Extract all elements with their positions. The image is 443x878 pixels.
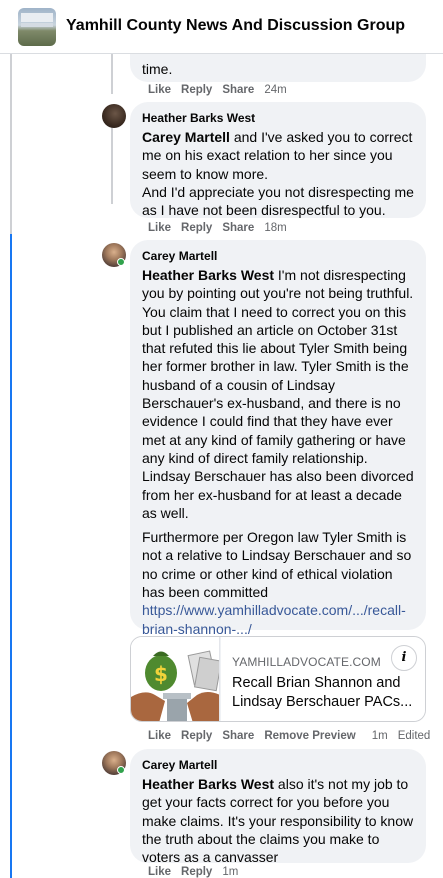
edited-label[interactable]: Edited xyxy=(398,730,431,742)
mention[interactable]: Heather Barks West xyxy=(142,776,274,792)
group-header: Yamhill County News And Discussion Group xyxy=(0,0,443,54)
comment-actions: Like Reply Share 18m xyxy=(148,222,287,234)
comment-bubble: Carey Martell Heather Barks West I'm not… xyxy=(130,240,426,656)
online-indicator xyxy=(117,258,125,266)
group-title[interactable]: Yamhill County News And Discussion Group xyxy=(66,17,405,35)
preview-image[interactable]: $ xyxy=(131,637,220,721)
reply-button[interactable]: Reply xyxy=(181,84,212,96)
svg-text:$: $ xyxy=(154,662,168,686)
comment-actions: Like Reply Share 24m xyxy=(148,84,287,96)
comment-author[interactable]: Carey Martell xyxy=(142,248,414,264)
thread-line xyxy=(111,122,113,204)
comment-actions: Like Reply Share Remove Preview 1m Edite… xyxy=(148,730,430,742)
comment-actions: Like Reply 1m xyxy=(148,866,238,878)
comment-time[interactable]: 1m xyxy=(372,730,388,742)
comment-bubble: Carey Martell Heather Barks West also it… xyxy=(130,749,426,866)
comment-bubble: Heather Barks West Carey Martell and I'v… xyxy=(130,102,426,218)
comment-text: And I'd appreciate you not disrespecting… xyxy=(142,183,414,219)
preview-title[interactable]: Recall Brian Shannon and Lindsay Berscha… xyxy=(232,674,413,712)
mention[interactable]: Carey Martell xyxy=(142,129,230,145)
share-button[interactable]: Share xyxy=(222,730,254,742)
preview-domain: YAMHILLADVOCATE.COM xyxy=(232,655,381,669)
comment-time[interactable]: 1m xyxy=(222,866,238,878)
comment-author[interactable]: Heather Barks West xyxy=(142,110,414,126)
reply-button[interactable]: Reply xyxy=(181,866,212,878)
comment-text: time. xyxy=(142,61,173,77)
article-link[interactable]: https://www.yamhilladvocate.com/.../reca… xyxy=(142,602,406,636)
like-button[interactable]: Like xyxy=(148,84,171,96)
online-indicator xyxy=(117,766,125,774)
comment-text: Furthermore per Oregon law Tyler Smith i… xyxy=(142,529,412,637)
thread-line-active xyxy=(10,234,12,878)
remove-preview-button[interactable]: Remove Preview xyxy=(264,730,355,742)
comment-time[interactable]: 24m xyxy=(264,84,286,96)
like-button[interactable]: Like xyxy=(148,866,171,878)
thread-line xyxy=(111,54,113,94)
comment-author[interactable]: Carey Martell xyxy=(142,757,414,773)
reply-button[interactable]: Reply xyxy=(181,222,212,234)
link-preview[interactable]: $ YAMHILLADVOCATE.COM Recall Brian Shann… xyxy=(130,636,426,722)
comment-time[interactable]: 18m xyxy=(264,222,286,234)
thread-line xyxy=(10,54,12,234)
like-button[interactable]: Like xyxy=(148,222,171,234)
mention[interactable]: Heather Barks West xyxy=(142,267,274,283)
group-avatar[interactable] xyxy=(18,8,56,46)
comment-text: Heather Barks West also it's not my job … xyxy=(142,776,414,866)
avatar[interactable] xyxy=(102,104,126,128)
info-icon[interactable]: i xyxy=(391,645,417,671)
comment-text: Heather Barks West I'm not disrespecting… xyxy=(142,267,414,521)
reply-button[interactable]: Reply xyxy=(181,730,212,742)
comment-text: Carey Martell and I've asked you to corr… xyxy=(142,129,413,182)
share-button[interactable]: Share xyxy=(222,222,254,234)
like-button[interactable]: Like xyxy=(148,730,171,742)
share-button[interactable]: Share xyxy=(222,84,254,96)
